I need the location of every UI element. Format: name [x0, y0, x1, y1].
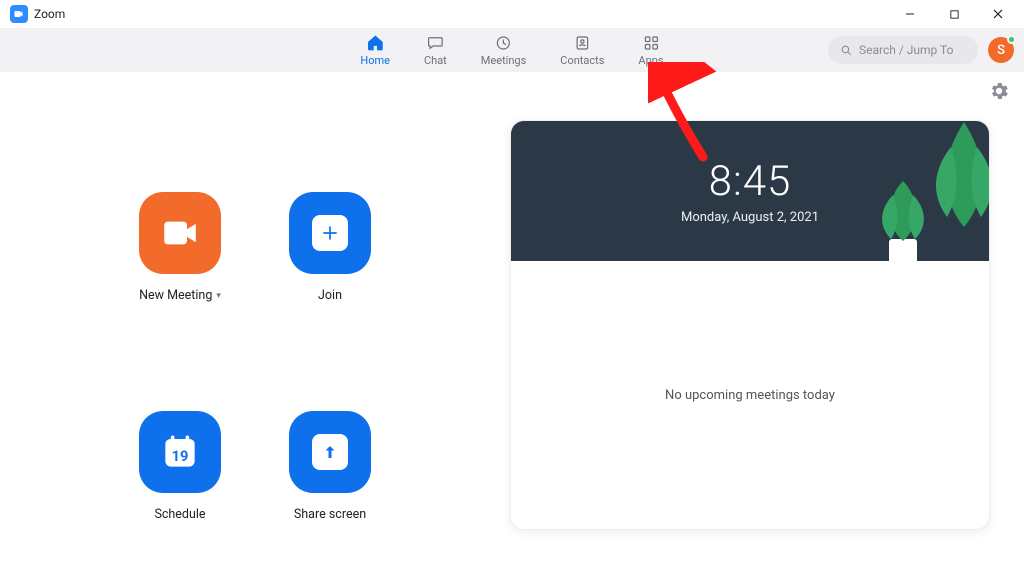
- video-icon: [139, 192, 221, 274]
- plant-decoration: [873, 179, 933, 261]
- plus-tile: [289, 192, 371, 274]
- schedule-button[interactable]: 19 Schedule: [105, 411, 255, 580]
- join-button[interactable]: Join: [255, 192, 405, 361]
- tab-home-label: Home: [360, 54, 390, 67]
- presence-indicator: [1007, 35, 1016, 44]
- svg-text:19: 19: [172, 447, 189, 465]
- join-label: Join: [318, 288, 342, 303]
- window-title: Zoom: [34, 7, 65, 21]
- tab-contacts[interactable]: Contacts: [560, 34, 604, 67]
- clock-icon: [495, 34, 513, 52]
- calendar-icon: 19: [139, 411, 221, 493]
- new-meeting-label: New Meeting: [139, 288, 212, 303]
- share-screen-label: Share screen: [294, 507, 366, 522]
- today-card: 8:45 Monday, August 2, 2021 No upcoming …: [510, 120, 990, 530]
- schedule-label: Schedule: [154, 507, 205, 522]
- maximize-button[interactable]: [932, 0, 976, 28]
- toolbar-right: Search / Jump To S: [828, 36, 1024, 64]
- contacts-icon: [573, 34, 591, 52]
- tab-meetings[interactable]: Meetings: [481, 34, 526, 67]
- new-meeting-button[interactable]: New Meeting ▾: [105, 192, 255, 361]
- no-meetings-text: No upcoming meetings today: [665, 388, 835, 403]
- window-controls: [888, 0, 1020, 28]
- tab-chat[interactable]: Chat: [424, 34, 447, 67]
- zoom-app-icon: [10, 5, 28, 23]
- title-bar: Zoom: [0, 0, 1024, 28]
- meetings-body: No upcoming meetings today: [511, 261, 989, 529]
- tab-contacts-label: Contacts: [560, 54, 604, 67]
- main-toolbar: Home Chat Meetings Contacts Apps Search …: [0, 28, 1024, 72]
- arrow-up-icon: [312, 434, 348, 470]
- clock-time: 8:45: [709, 157, 792, 206]
- tab-meetings-label: Meetings: [481, 54, 526, 67]
- right-panel: 8:45 Monday, August 2, 2021 No upcoming …: [510, 72, 1024, 580]
- chat-icon: [426, 34, 444, 52]
- plus-icon: [312, 215, 348, 251]
- avatar-initial: S: [997, 43, 1005, 58]
- search-icon: [840, 44, 853, 57]
- tab-chat-label: Chat: [424, 54, 447, 67]
- minimize-button[interactable]: [888, 0, 932, 28]
- chevron-down-icon[interactable]: ▾: [216, 291, 221, 301]
- home-icon: [366, 34, 384, 52]
- nav-tabs: Home Chat Meetings Contacts Apps: [360, 28, 663, 72]
- clock-hero: 8:45 Monday, August 2, 2021: [511, 121, 989, 261]
- profile-avatar[interactable]: S: [988, 37, 1014, 63]
- close-button[interactable]: [976, 0, 1020, 28]
- clock-date: Monday, August 2, 2021: [681, 210, 819, 225]
- tab-home[interactable]: Home: [360, 34, 390, 67]
- search-placeholder: Search / Jump To: [859, 43, 953, 57]
- tab-apps[interactable]: Apps: [638, 34, 663, 67]
- actions-area: New Meeting ▾ Join: [0, 72, 510, 580]
- tab-apps-label: Apps: [638, 54, 663, 67]
- apps-icon: [642, 34, 660, 52]
- share-tile: [289, 411, 371, 493]
- main-content: New Meeting ▾ Join: [0, 72, 1024, 580]
- share-screen-button[interactable]: Share screen: [255, 411, 405, 580]
- search-input[interactable]: Search / Jump To: [828, 36, 978, 64]
- action-grid: New Meeting ▾ Join: [105, 192, 405, 580]
- plant-decoration: [929, 121, 989, 227]
